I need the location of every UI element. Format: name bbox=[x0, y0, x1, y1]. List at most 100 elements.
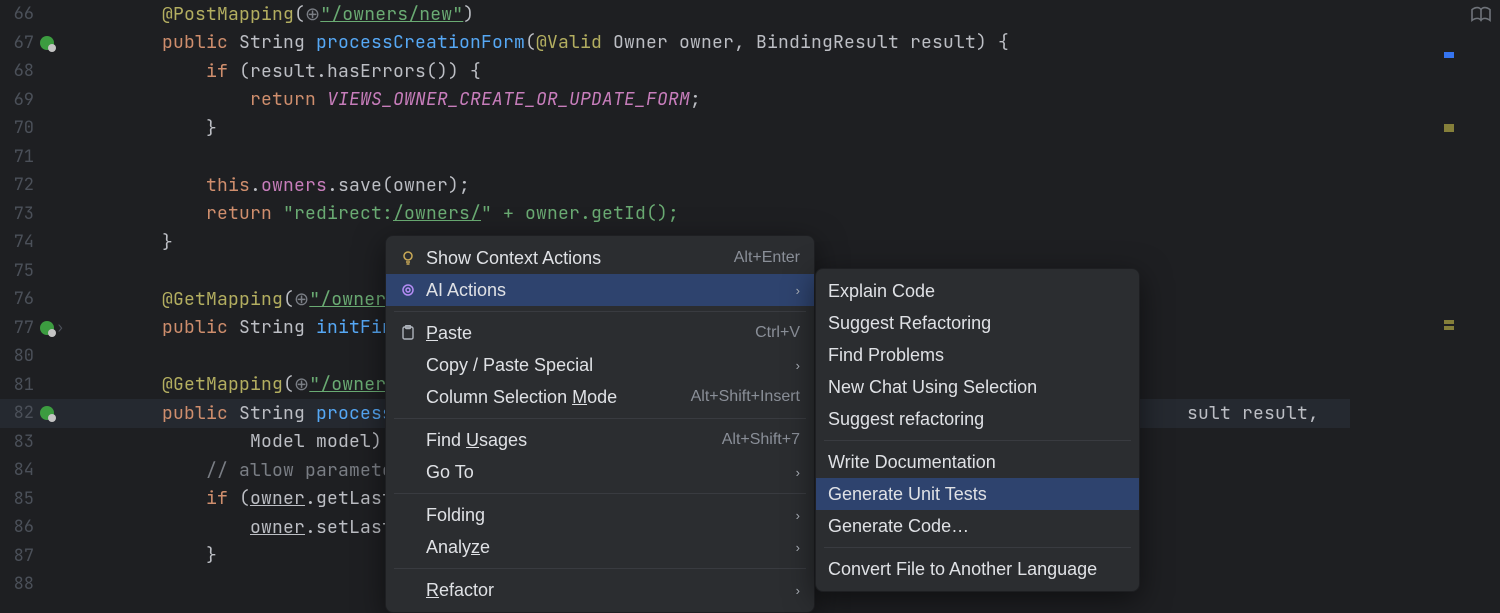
code-line-72[interactable]: 72 this.owners.save(owner); bbox=[0, 171, 1350, 200]
chevron-right-icon: › bbox=[796, 283, 800, 298]
paste-icon bbox=[398, 325, 418, 341]
line-number: 71 bbox=[0, 146, 40, 168]
bulb-icon bbox=[398, 250, 418, 266]
code-line-70[interactable]: 70 } bbox=[0, 114, 1350, 143]
spring-bean-icon[interactable] bbox=[40, 321, 54, 335]
menu-shortcut: Alt+Shift+Insert bbox=[691, 388, 800, 406]
error-stripe[interactable] bbox=[1442, 0, 1456, 600]
chevron-right-icon[interactable]: › bbox=[56, 319, 64, 337]
marker[interactable] bbox=[1444, 326, 1454, 330]
menu-shortcut: Alt+Enter bbox=[734, 249, 800, 267]
menu-separator bbox=[824, 440, 1131, 441]
reader-mode-icon[interactable] bbox=[1470, 6, 1492, 30]
menu-item-label: Find Problems bbox=[828, 345, 1125, 366]
spring-bean-icon[interactable] bbox=[40, 36, 54, 50]
menu-item-label: Column Selection Mode bbox=[426, 387, 691, 408]
menu-item-label: Suggest Refactoring bbox=[828, 313, 1125, 334]
chevron-right-icon: › bbox=[796, 358, 800, 373]
chevron-right-icon: › bbox=[796, 465, 800, 480]
line-number: 72 bbox=[0, 174, 40, 196]
line-number: 67 bbox=[0, 32, 40, 54]
menu-separator bbox=[824, 547, 1131, 548]
menu-item-folding[interactable]: Folding › bbox=[386, 499, 814, 531]
menu-item-label: Generate Unit Tests bbox=[828, 484, 1125, 505]
menu-item-generate-unit-tests[interactable]: Generate Unit Tests bbox=[816, 478, 1139, 510]
line-number: 66 bbox=[0, 3, 40, 25]
menu-item-label: Go To bbox=[426, 462, 788, 483]
line-number: 82 bbox=[0, 402, 40, 424]
line-number: 68 bbox=[0, 60, 40, 82]
ai-actions-submenu[interactable]: Explain Code Suggest Refactoring Find Prob… bbox=[815, 268, 1140, 592]
chevron-right-icon: › bbox=[796, 540, 800, 555]
line-number: 81 bbox=[0, 374, 40, 396]
chevron-right-icon: › bbox=[796, 508, 800, 523]
menu-item-go-to[interactable]: Go To › bbox=[386, 456, 814, 488]
chevron-right-icon: › bbox=[796, 583, 800, 598]
line-number: 87 bbox=[0, 545, 40, 567]
spring-bean-icon[interactable] bbox=[40, 406, 54, 420]
line-number: 75 bbox=[0, 260, 40, 282]
menu-item-label: Explain Code bbox=[828, 281, 1125, 302]
marker[interactable] bbox=[1444, 52, 1454, 58]
code-line-73[interactable]: 73 return "redirect:/owners/" + owner.ge… bbox=[0, 200, 1350, 229]
menu-item-copy-paste-special[interactable]: Copy / Paste Special › bbox=[386, 349, 814, 381]
menu-item-analyze[interactable]: Analyze › bbox=[386, 531, 814, 563]
menu-item-label: Refactor bbox=[426, 580, 788, 601]
menu-item-label: Folding bbox=[426, 505, 788, 526]
marker[interactable] bbox=[1444, 320, 1454, 324]
line-number: 70 bbox=[0, 117, 40, 139]
globe-icon: ⊕ bbox=[305, 3, 320, 26]
line-number: 85 bbox=[0, 488, 40, 510]
line-number: 76 bbox=[0, 288, 40, 310]
menu-item-convert-file-to-another-language[interactable]: Convert File to Another Language bbox=[816, 553, 1139, 585]
code-line-71[interactable]: 71 bbox=[0, 143, 1350, 172]
line-number: 73 bbox=[0, 203, 40, 225]
menu-item-ai-actions[interactable]: AI Actions › bbox=[386, 274, 814, 306]
menu-separator bbox=[394, 418, 806, 419]
globe-icon: ⊕ bbox=[294, 288, 309, 311]
line-number: 86 bbox=[0, 516, 40, 538]
menu-separator bbox=[394, 568, 806, 569]
menu-item-paste[interactable]: PasteCtrl+V bbox=[386, 317, 814, 349]
menu-item-label: Convert File to Another Language bbox=[828, 559, 1125, 580]
menu-item-refactor[interactable]: Refactor › bbox=[386, 574, 814, 606]
menu-separator bbox=[394, 311, 806, 312]
code-line-69[interactable]: 69 return VIEWS_OWNER_CREATE_OR_UPDATE_F… bbox=[0, 86, 1350, 115]
code-line-67[interactable]: 67 public String processCreationForm(@Va… bbox=[0, 29, 1350, 58]
menu-item-generate-code[interactable]: Generate Code… bbox=[816, 510, 1139, 542]
marker[interactable] bbox=[1444, 128, 1454, 132]
menu-item-label: New Chat Using Selection bbox=[828, 377, 1125, 398]
menu-item-label: Find Usages bbox=[426, 430, 722, 451]
annotation: @PostMapping bbox=[162, 3, 294, 26]
line-number: 74 bbox=[0, 231, 40, 253]
menu-item-write-documentation[interactable]: Write Documentation bbox=[816, 446, 1139, 478]
menu-item-find-problems[interactable]: Find Problems bbox=[816, 339, 1139, 371]
menu-item-label: Write Documentation bbox=[828, 452, 1125, 473]
line-number: 80 bbox=[0, 345, 40, 367]
context-menu[interactable]: Show Context ActionsAlt+Enter AI Actions ›… bbox=[385, 235, 815, 613]
menu-shortcut: Alt+Shift+7 bbox=[722, 431, 800, 449]
menu-item-column-selection-mode[interactable]: Column Selection ModeAlt+Shift+Insert bbox=[386, 381, 814, 413]
code-line-68[interactable]: 68 if (result.hasErrors()) { bbox=[0, 57, 1350, 86]
line-number: 77 bbox=[0, 317, 40, 339]
menu-item-label: AI Actions bbox=[426, 280, 788, 301]
menu-item-new-chat-using-selection[interactable]: New Chat Using Selection bbox=[816, 371, 1139, 403]
menu-item-suggest-refactoring[interactable]: Suggest Refactoring bbox=[816, 307, 1139, 339]
menu-item-label: Show Context Actions bbox=[426, 248, 734, 269]
menu-item-show-context-actions[interactable]: Show Context ActionsAlt+Enter bbox=[386, 242, 814, 274]
globe-icon: ⊕ bbox=[294, 373, 309, 396]
menu-item-label: Paste bbox=[426, 323, 755, 344]
menu-item-label: Copy / Paste Special bbox=[426, 355, 788, 376]
line-number: 84 bbox=[0, 459, 40, 481]
code-line-66[interactable]: 66 @PostMapping(⊕"/owners/new") bbox=[0, 0, 1350, 29]
menu-separator bbox=[394, 493, 806, 494]
line-number: 88 bbox=[0, 573, 40, 595]
ai-icon bbox=[398, 282, 418, 298]
menu-item-explain-code[interactable]: Explain Code bbox=[816, 275, 1139, 307]
menu-item-find-usages[interactable]: Find UsagesAlt+Shift+7 bbox=[386, 424, 814, 456]
menu-item-label: Suggest refactoring bbox=[828, 409, 1125, 430]
menu-shortcut: Ctrl+V bbox=[755, 324, 800, 342]
menu-item-suggest-refactoring[interactable]: Suggest refactoring bbox=[816, 403, 1139, 435]
menu-item-label: Analyze bbox=[426, 537, 788, 558]
line-number: 83 bbox=[0, 431, 40, 453]
